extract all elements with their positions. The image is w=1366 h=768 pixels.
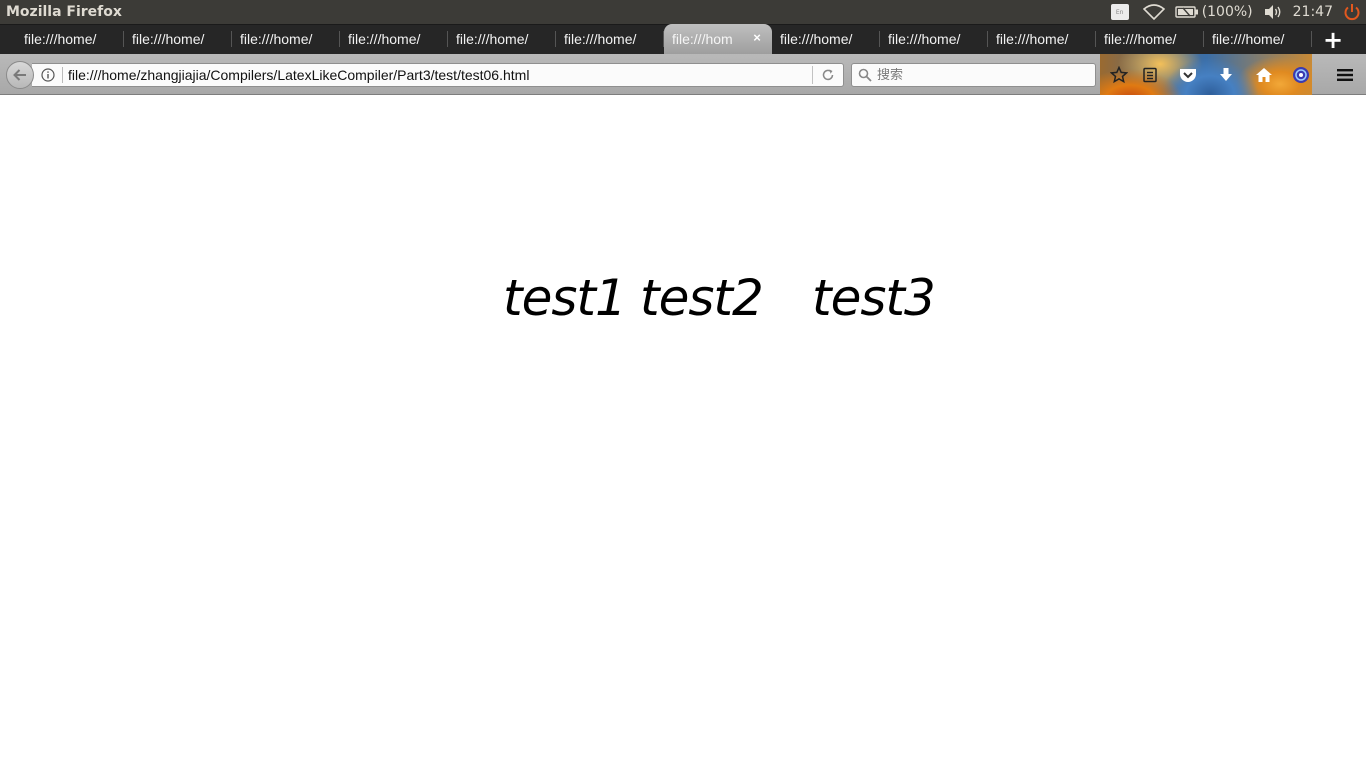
tab[interactable]: file:///home/: [1204, 24, 1312, 54]
tab[interactable]: file:///home/: [880, 24, 988, 54]
back-button[interactable]: [6, 61, 34, 89]
extension-icon[interactable]: [1290, 64, 1312, 86]
tab-label: file:///home/: [564, 31, 637, 47]
url-separator: [62, 67, 63, 83]
math-word: test2: [640, 269, 764, 327]
keyboard-indicator-icon[interactable]: En: [1110, 4, 1129, 20]
wifi-icon[interactable]: [1142, 4, 1165, 20]
system-top-panel: Mozilla Firefox En (100%) 21:47: [0, 0, 1366, 24]
tab-label: file:///home/: [1212, 31, 1285, 47]
app-title: Mozilla Firefox: [6, 4, 122, 20]
tab[interactable]: file:///home/: [1096, 24, 1204, 54]
tab[interactable]: file:///home/: [556, 24, 664, 54]
search-input[interactable]: [877, 67, 1077, 83]
search-icon: [858, 68, 872, 82]
volume-icon[interactable]: [1263, 4, 1283, 20]
new-tab-button[interactable]: +: [1322, 28, 1344, 52]
tab-list: file:///home/ file:///home/ file:///home…: [0, 24, 1312, 54]
tab[interactable]: file:///home/: [16, 24, 124, 54]
navigation-toolbar: file:///home/zhangjiajia/Compilers/Latex…: [0, 54, 1366, 95]
tab-label: file:///home/: [24, 31, 97, 47]
tab-bar: file:///home/ file:///home/ file:///home…: [0, 24, 1366, 54]
system-indicators: En (100%) 21:47: [1110, 0, 1366, 24]
search-bar[interactable]: [851, 63, 1096, 87]
url-bar[interactable]: file:///home/zhangjiajia/Compilers/Latex…: [32, 63, 844, 87]
star-icon[interactable]: [1108, 64, 1130, 86]
battery-indicator[interactable]: (100%): [1174, 4, 1253, 20]
tab-label: file:///home/: [996, 31, 1069, 47]
tab[interactable]: file:///home/: [988, 24, 1096, 54]
tab-label: file:///home/: [132, 31, 205, 47]
tab-label: file:///home/: [888, 31, 961, 47]
info-icon[interactable]: [41, 68, 55, 82]
reload-icon[interactable]: [813, 68, 843, 82]
tab-label: file:///home/: [348, 31, 421, 47]
tab-label: file:///hom: [672, 31, 733, 47]
close-tab-icon[interactable]: ×: [750, 31, 764, 45]
back-arrow-icon: [13, 69, 26, 81]
tab-label: file:///home/: [456, 31, 529, 47]
clock[interactable]: 21:47: [1293, 4, 1333, 20]
tab[interactable]: file:///home/: [772, 24, 880, 54]
pocket-icon[interactable]: [1177, 64, 1199, 86]
keyboard-indicator-label: En: [1115, 8, 1124, 16]
download-icon[interactable]: [1215, 64, 1237, 86]
math-word: test3: [812, 269, 936, 327]
hamburger-menu-icon[interactable]: [1334, 64, 1356, 86]
battery-icon: [1174, 6, 1198, 18]
home-icon[interactable]: [1253, 64, 1275, 86]
tab[interactable]: file:///home/: [340, 24, 448, 54]
tab[interactable]: file:///home/: [448, 24, 556, 54]
url-text[interactable]: file:///home/zhangjiajia/Compilers/Latex…: [68, 67, 812, 83]
math-word: test1: [503, 269, 627, 327]
tab-label: file:///home/: [1104, 31, 1177, 47]
reading-list-icon[interactable]: [1139, 64, 1161, 86]
tab[interactable]: file:///home/: [232, 24, 340, 54]
tab-label: file:///home/: [780, 31, 853, 47]
page-content: test1 test2 test3: [0, 96, 1366, 768]
tab[interactable]: file:///home/: [124, 24, 232, 54]
toolbar-icons: [1100, 54, 1366, 95]
tab-active[interactable]: file:///hom ×: [664, 24, 772, 54]
tab-label: file:///home/: [240, 31, 313, 47]
power-icon[interactable]: [1343, 3, 1361, 21]
battery-percent: (100%): [1201, 4, 1253, 20]
